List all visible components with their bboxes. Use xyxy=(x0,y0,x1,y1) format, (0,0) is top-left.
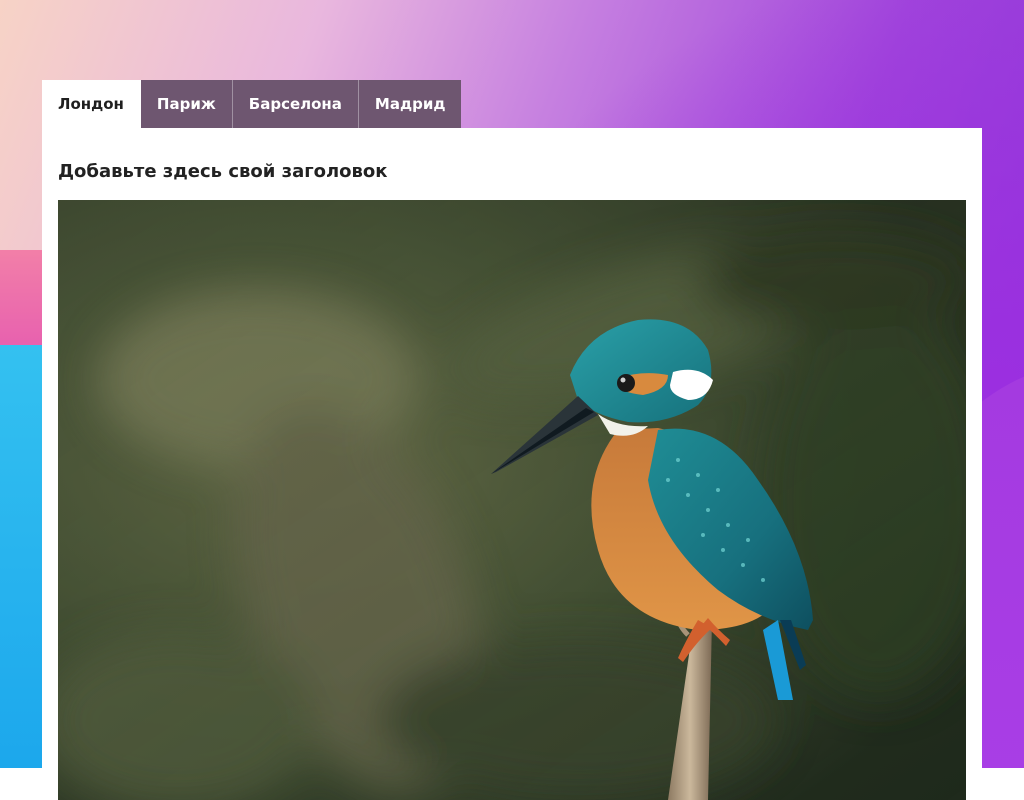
kingfisher-photo xyxy=(58,200,966,800)
tab-paris[interactable]: Париж xyxy=(140,80,233,128)
tab-bar: Лондон Париж Барселона Мадрид xyxy=(42,80,462,128)
tab-panel: Добавьте здесь свой заголовок xyxy=(42,128,982,800)
tab-london[interactable]: Лондон xyxy=(42,80,141,128)
tab-barcelona[interactable]: Барселона xyxy=(232,80,359,128)
tab-madrid[interactable]: Мадрид xyxy=(358,80,462,128)
panel-title: Добавьте здесь свой заголовок xyxy=(58,161,388,182)
